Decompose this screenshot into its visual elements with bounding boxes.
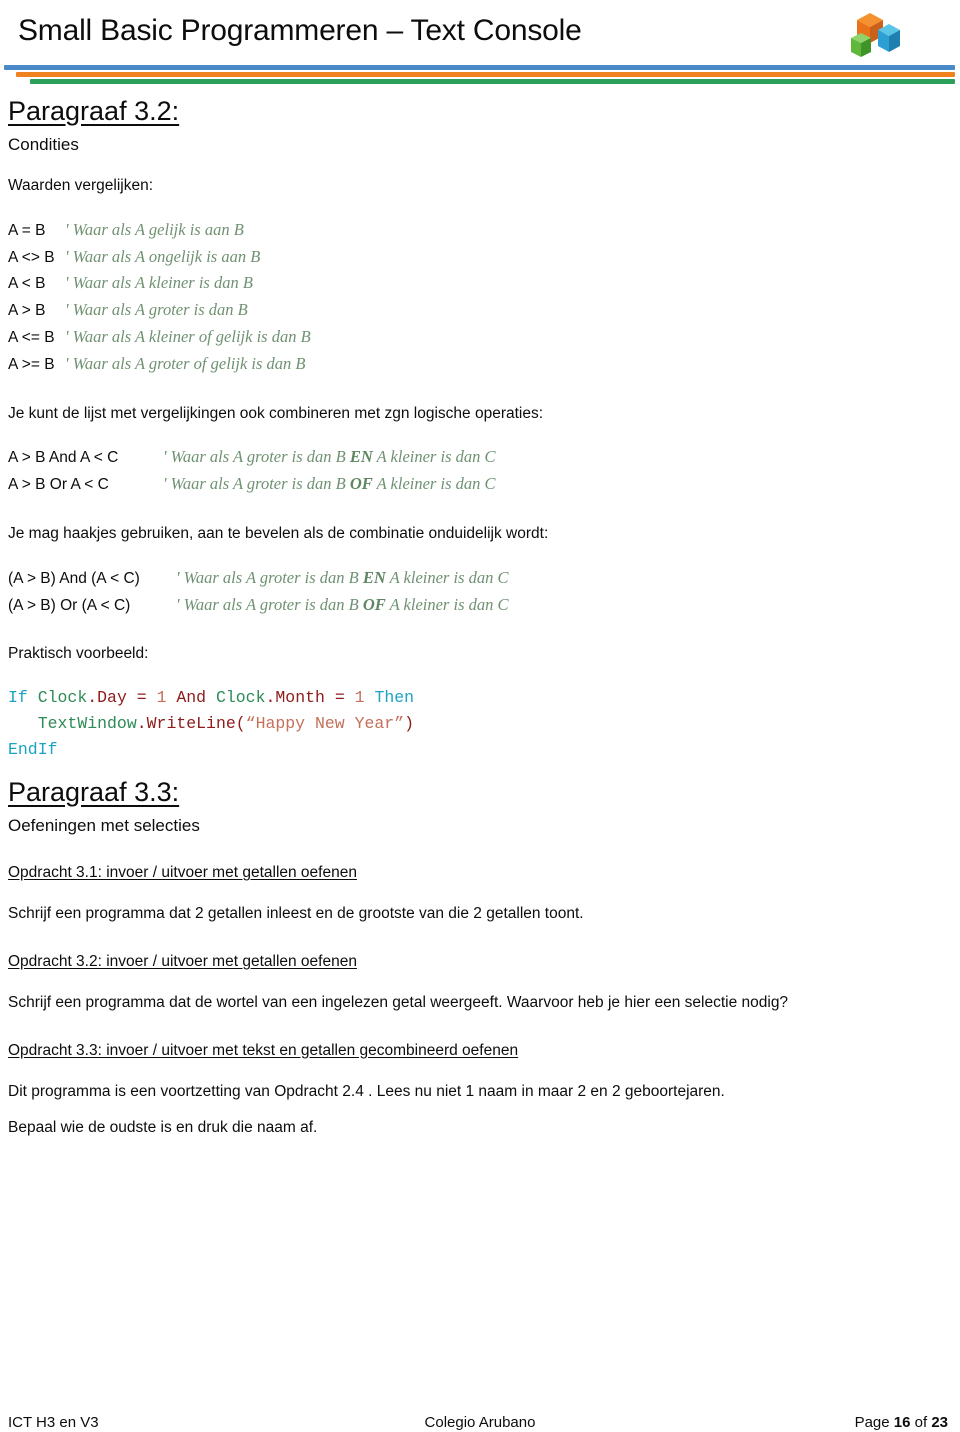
assignment-title-31: Opdracht 3.1: invoer / uitvoer met getal… xyxy=(8,863,357,881)
assignment-title-32: Opdracht 3.2: invoer / uitvoer met getal… xyxy=(8,952,357,970)
code-paren-close: ) xyxy=(404,714,415,734)
operator-row: (A > B) And (A < C) ' Waar als A groter … xyxy=(8,565,952,592)
code-operator-and: And xyxy=(166,687,207,707)
document-body: Paragraaf 3.2: Condities Waarden vergeli… xyxy=(8,96,952,1139)
small-basic-cubes-logo-icon xyxy=(845,8,903,60)
operator-row: A >= B ' Waar als A groter of gelijk is … xyxy=(8,351,952,378)
comment-post: A kleiner is dan C xyxy=(372,474,496,494)
header-rule-green xyxy=(30,79,955,84)
comment-post: A kleiner is dan C xyxy=(385,567,509,587)
code-keyword-then: Then xyxy=(364,687,415,707)
code-object-clock-1: Clock xyxy=(27,687,88,707)
logic-operator-list: A > B And A < C ' Waar als A groter is d… xyxy=(8,444,952,498)
paragraph-33-subtitle: Oefeningen met selecties xyxy=(8,815,200,835)
operator-row: A < B ' Waar als A kleiner is dan B xyxy=(8,270,952,297)
comment-pre: ' Waar als A groter is dan B xyxy=(163,447,350,467)
operator-comment: ' Waar als A gelijk is aan B xyxy=(65,219,244,239)
assignment-body-33-line2: Bepaal wie de oudste is en druk die naam… xyxy=(8,1118,318,1136)
assignment-body-31: Schrijf een programma dat 2 getallen inl… xyxy=(8,905,584,923)
operator-row: A > B ' Waar als A groter is dan B xyxy=(8,297,952,324)
page-total: 23 xyxy=(931,1414,948,1431)
paren-intro: Je mag haakjes gebruiken, aan te bevelen… xyxy=(8,525,549,543)
operator-expression: A > B Or A < C xyxy=(8,476,109,494)
operator-comment: ' Waar als A groter is dan B EN A kleine… xyxy=(176,565,509,592)
operator-row: A > B Or A < C ' Waar als A groter is da… xyxy=(8,471,952,498)
comment-post: A kleiner is dan C xyxy=(372,447,496,467)
footer-school-label: Colegio Arubano xyxy=(424,1414,536,1431)
code-keyword-if: If xyxy=(8,687,28,707)
operator-expression: (A > B) And (A < C) xyxy=(8,569,140,587)
code-sample: If Clock.Day = 1 And Clock.Month = 1 The… xyxy=(8,685,952,764)
header-rule-blue xyxy=(4,65,955,70)
paragraph-33-heading: Paragraaf 3.3: xyxy=(8,776,180,807)
operator-expression: A > B And A < C xyxy=(8,449,119,467)
code-number-2: 1 xyxy=(354,687,365,707)
code-member-month: .Month xyxy=(265,687,325,707)
comment-pre: ' Waar als A groter is dan B xyxy=(176,594,363,614)
operator-row: A > B And A < C ' Waar als A groter is d… xyxy=(8,444,952,471)
page-prefix: Page xyxy=(854,1414,894,1431)
comment-bold: EN xyxy=(349,447,373,467)
assignment-body-32: Schrijf een programma dat de wortel van … xyxy=(8,994,789,1012)
comment-bold: EN xyxy=(362,567,386,587)
comment-bold: OF xyxy=(362,594,386,614)
code-member-day: .Day xyxy=(87,687,127,707)
operator-comment: ' Waar als A groter is dan B OF A kleine… xyxy=(176,592,509,619)
operator-comment: ' Waar als A groter is dan B OF A kleine… xyxy=(163,471,496,498)
code-keyword-endif: EndIf xyxy=(8,740,58,760)
operator-expression: A >= B xyxy=(8,356,55,374)
operator-expression: A <> B xyxy=(8,248,55,266)
operator-expression: A < B xyxy=(8,275,46,293)
operator-expression: A <= B xyxy=(8,329,55,347)
header-rule-orange xyxy=(16,72,955,77)
comment-bold: OF xyxy=(349,474,373,494)
page-header: Small Basic Programmeren – Text Console xyxy=(0,0,960,92)
operator-comment: ' Waar als A ongelijk is aan B xyxy=(65,246,261,266)
assignment-body-33-line1: Dit programma is een voortzetting van Op… xyxy=(8,1083,725,1101)
page-title: Small Basic Programmeren – Text Console xyxy=(18,14,582,47)
code-object-textwindow: TextWindow xyxy=(37,714,137,734)
operator-comment: ' Waar als A groter of gelijk is dan B xyxy=(65,354,306,374)
operator-comment: ' Waar als A kleiner is dan B xyxy=(65,273,253,293)
paragraph-32-subtitle: Condities xyxy=(8,135,79,155)
footer-page-number: Page 16 of 23 xyxy=(855,1414,948,1431)
code-string-literal: “Happy New Year” xyxy=(245,714,405,734)
operator-expression: A > B xyxy=(8,302,46,320)
page-current: 16 xyxy=(893,1414,911,1431)
comment-pre: ' Waar als A groter is dan B xyxy=(163,474,350,494)
operator-row: A = B ' Waar als A gelijk is aan B xyxy=(8,217,952,244)
code-operator-eq-1: = xyxy=(126,687,157,707)
code-number-1: 1 xyxy=(156,687,167,707)
operator-comment: ' Waar als A groter is dan B xyxy=(65,300,248,320)
operator-row: A <= B ' Waar als A kleiner of gelijk is… xyxy=(8,324,952,351)
code-object-clock-2: Clock xyxy=(206,687,266,707)
comment-pre: ' Waar als A groter is dan B xyxy=(176,567,363,587)
code-operator-eq-2: = xyxy=(324,687,355,707)
assignment-title-33: Opdracht 3.3: invoer / uitvoer met tekst… xyxy=(8,1041,519,1059)
comment-post: A kleiner is dan C xyxy=(385,594,509,614)
example-label: Praktisch voorbeeld: xyxy=(8,645,149,663)
page-middle: of xyxy=(910,1414,932,1431)
logic-intro: Je kunt de lijst met vergelijkingen ook … xyxy=(8,404,544,422)
operator-comment: ' Waar als A groter is dan B EN A kleine… xyxy=(163,444,496,471)
operator-row: (A > B) Or (A < C) ' Waar als A groter i… xyxy=(8,592,952,619)
comparison-intro: Waarden vergelijken: xyxy=(8,177,154,195)
paren-operator-list: (A > B) And (A < C) ' Waar als A groter … xyxy=(8,565,952,619)
comparison-operator-list: A = B ' Waar als A gelijk is aan B A <> … xyxy=(8,217,952,378)
operator-expression: (A > B) Or (A < C) xyxy=(8,596,131,614)
code-member-writeline: .WriteLine( xyxy=(136,714,246,734)
operator-expression: A = B xyxy=(8,221,46,239)
operator-comment: ' Waar als A kleiner of gelijk is dan B xyxy=(65,327,311,347)
operator-row: A <> B ' Waar als A ongelijk is aan B xyxy=(8,244,952,271)
paragraph-32-heading: Paragraaf 3.2: xyxy=(8,96,180,126)
